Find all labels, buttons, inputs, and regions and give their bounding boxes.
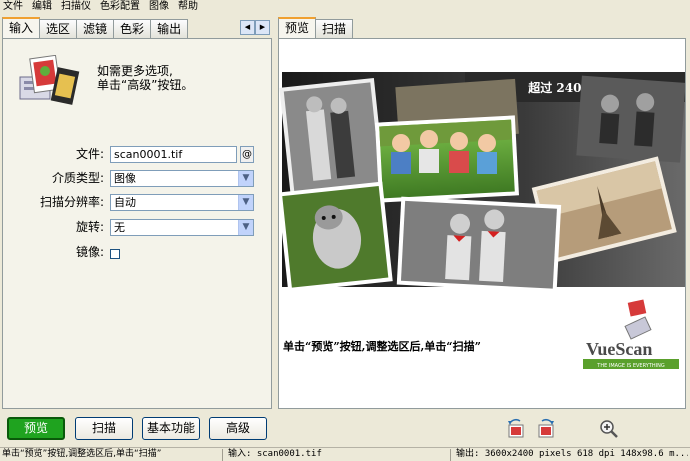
advanced-mode-button[interactable]: 高级 — [209, 417, 267, 440]
basic-mode-button[interactable]: 基本功能 — [142, 417, 200, 440]
resolution-value: 自动 — [114, 196, 136, 209]
photo-kids — [375, 115, 519, 203]
file-row: 文件: — [3, 146, 104, 163]
resolution-label: 扫描分辨率: — [39, 195, 104, 209]
rotate-value: 无 — [114, 221, 125, 234]
scan-button[interactable]: 扫描 — [75, 417, 133, 440]
chevron-down-icon[interactable]: ▼ — [238, 220, 253, 235]
tab-scroll-left-icon[interactable]: ◀ — [240, 20, 255, 35]
status-message: 单击“预览”按钮,调整选区后,单击“扫描” — [2, 449, 162, 459]
vuescan-logo: VueScan THE IMAGE IS EVERYTHING — [583, 299, 679, 369]
photo-dog — [279, 181, 393, 293]
menu-color-profile[interactable]: 色彩配置 — [100, 0, 140, 14]
file-input[interactable]: scan0001.tif — [110, 146, 237, 163]
hint-line-2: 单击“高级”按钮。 — [97, 78, 194, 92]
input-panel: 如需更多选项, 单击“高级”按钮。 文件: scan0001.tif @ 介质类… — [2, 38, 272, 409]
hint-line-1: 如需更多选项, — [97, 64, 173, 78]
preview-canvas: 超过 2400 种扫描仪支持 — [279, 72, 685, 369]
chevron-down-icon[interactable]: ▼ — [238, 171, 253, 186]
rotate-right-icon[interactable] — [535, 418, 557, 440]
tab-scroll-right-icon[interactable]: ▶ — [255, 20, 270, 35]
tab-scan[interactable]: 扫描 — [315, 19, 354, 38]
scanner-photos-icon — [19, 55, 80, 105]
status-output: 输出: 3600x2400 pixels 618 dpi 148x98.6 m.… — [456, 449, 688, 459]
preview-button[interactable]: 预览 — [7, 417, 65, 440]
menu-edit[interactable]: 编辑 — [32, 0, 52, 14]
media-value: 图像 — [114, 172, 136, 185]
left-tab-strip: 输入 选区 滤镜 色彩 输出 — [2, 17, 189, 38]
photo-couple — [279, 77, 386, 198]
tab-crop[interactable]: 选区 — [39, 19, 78, 38]
vuescan-logo-text: VueScan — [586, 339, 652, 359]
browse-file-button[interactable]: @ — [240, 146, 254, 163]
mirror-checkbox[interactable] — [110, 249, 120, 259]
menu-bar: 文件 编辑 扫描仪 色彩配置 图像 帮助 — [0, 0, 690, 14]
menu-image[interactable]: 图像 — [149, 0, 169, 14]
zoom-in-icon[interactable] — [598, 418, 620, 440]
right-tab-strip: 预览 扫描 — [278, 17, 354, 38]
mirror-label: 镜像: — [75, 245, 104, 259]
tab-scroll-buttons: ◀ ▶ — [240, 20, 270, 35]
status-input: 输入: scan0001.tif — [228, 449, 322, 459]
menu-help[interactable]: 帮助 — [178, 0, 198, 14]
tab-color[interactable]: 色彩 — [113, 19, 152, 38]
media-label: 介质类型: — [51, 171, 104, 185]
chevron-down-icon[interactable]: ▼ — [238, 195, 253, 210]
status-bar: 单击“预览”按钮,调整选区后,单击“扫描” 输入: scan0001.tif 输… — [0, 447, 690, 461]
file-label: 文件: — [75, 147, 104, 161]
preview-panel: 超过 2400 种扫描仪支持 — [278, 38, 686, 409]
hint-text: 如需更多选项, 单击“高级”按钮。 — [97, 64, 193, 92]
preview-instruction: 单击“预览”按钮,调整选区后,单击“扫描” — [283, 339, 481, 353]
menu-scanner[interactable]: 扫描仪 — [61, 0, 91, 14]
photo-boys — [396, 196, 562, 293]
tab-filter[interactable]: 滤镜 — [76, 19, 115, 38]
tab-preview[interactable]: 预览 — [278, 17, 317, 38]
tab-input[interactable]: 输入 — [2, 17, 41, 38]
media-select[interactable]: 图像 ▼ — [110, 170, 254, 187]
tab-output[interactable]: 输出 — [150, 19, 189, 38]
resolution-select[interactable]: 自动 ▼ — [110, 194, 254, 211]
menu-file[interactable]: 文件 — [3, 0, 23, 14]
rotate-select[interactable]: 无 ▼ — [110, 219, 254, 236]
photo-people — [576, 75, 685, 163]
vuescan-tagline: THE IMAGE IS EVERYTHING — [596, 363, 665, 369]
rotate-label: 旋转: — [75, 220, 104, 234]
rotate-left-icon[interactable] — [505, 418, 527, 440]
